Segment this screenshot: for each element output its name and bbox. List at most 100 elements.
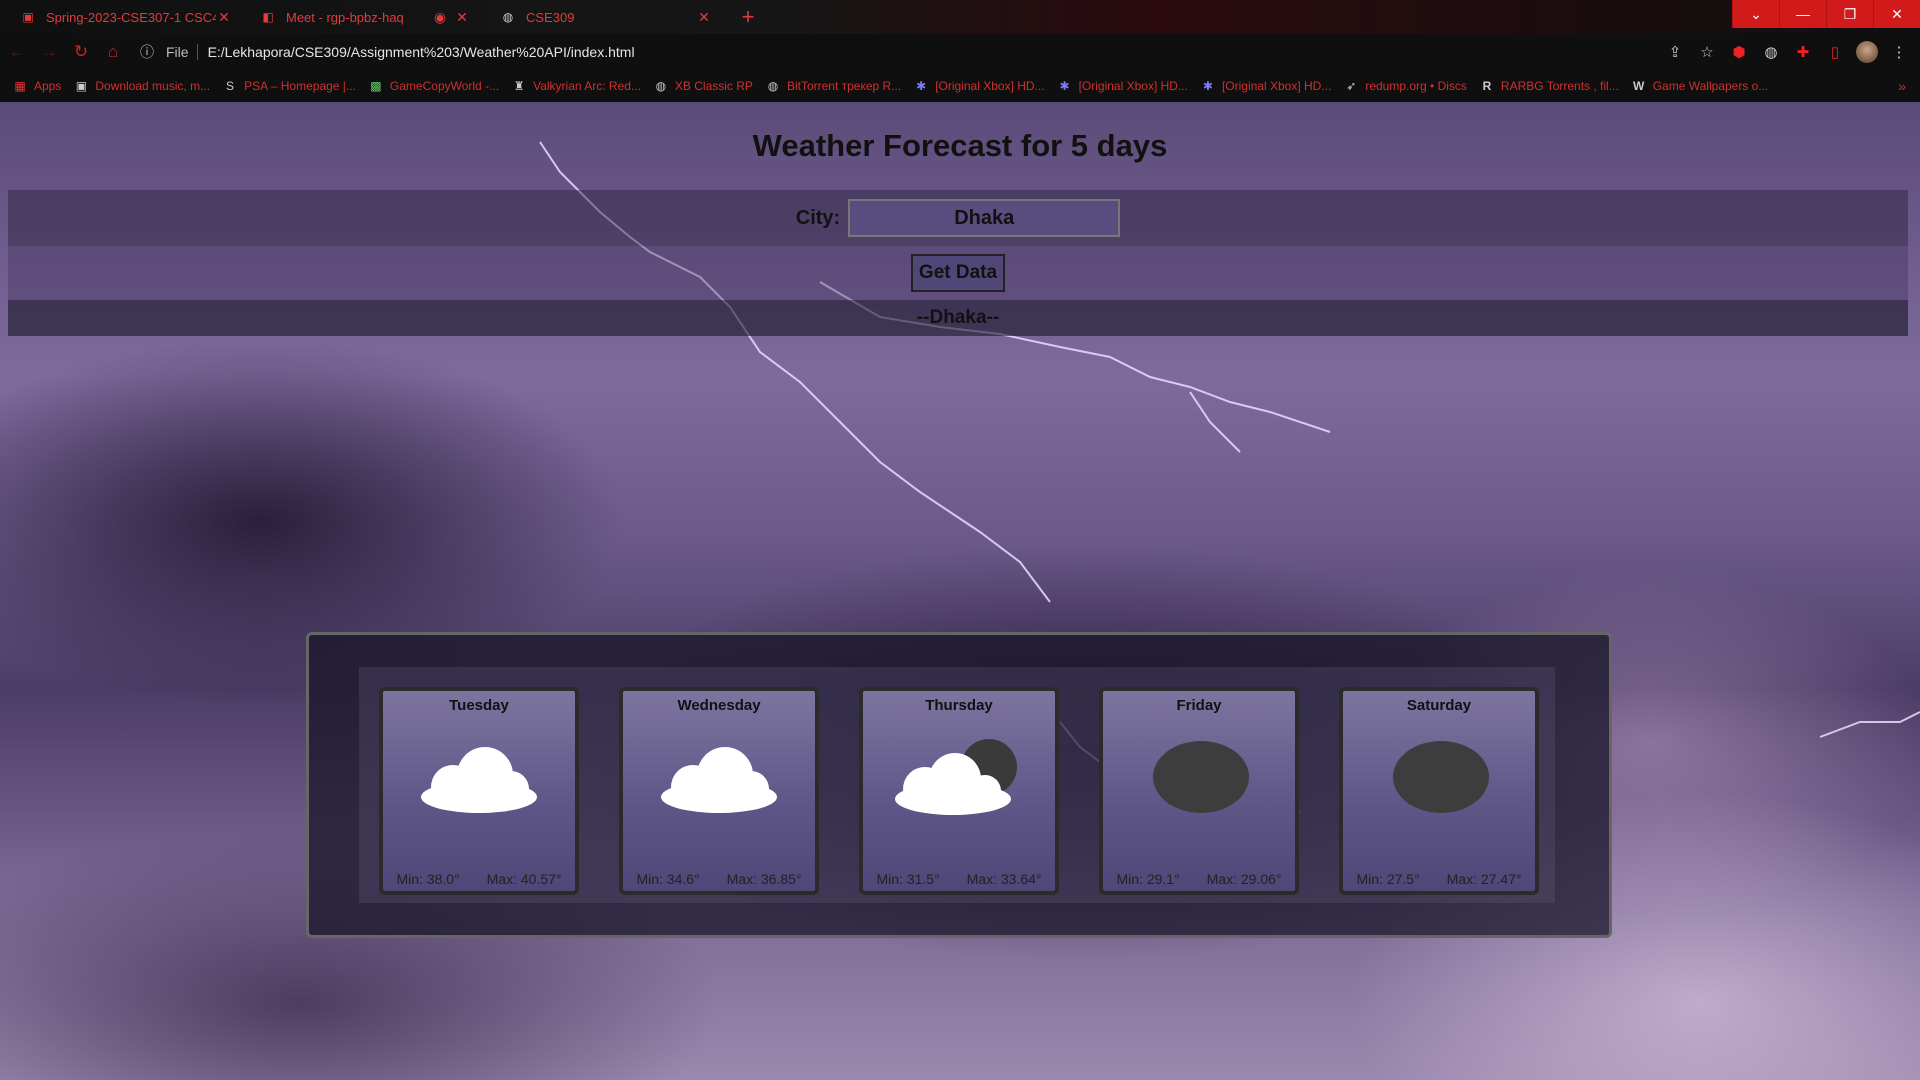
contact-card-icon: ▣ <box>22 10 34 24</box>
bookmarks-bar: ▦ Apps ▣ Download music, m... S PSA – Homep… <box>0 70 1920 102</box>
bookmark-item[interactable]: ➶ redump.org • Discs <box>1343 78 1467 94</box>
min-temp: Min: 31.5° <box>876 871 940 887</box>
tab-strip: ▣ Spring-2023-CSE307-1 CSC405.( ✕ ◧ Meet… <box>0 0 1920 34</box>
bookmark-label: [Original Xbox] HD... <box>935 79 1045 93</box>
day-name: Friday <box>1176 697 1222 714</box>
min-max-row: Min: 27.5° Max: 27.47° <box>1343 871 1535 887</box>
new-tab-button[interactable]: + <box>735 4 761 30</box>
recording-dot-icon: ◉ <box>433 8 447 25</box>
toolbar-actions: ⇪ ☆ ⬢ ◍ ✚ ▯ ⋮ <box>1664 38 1910 66</box>
bookmark-star-icon[interactable]: ☆ <box>1696 41 1718 63</box>
bookmark-item[interactable]: W Game Wallpapers o... <box>1631 78 1769 94</box>
tab-spring-2023[interactable]: ▣ Spring-2023-CSE307-1 CSC405.( ✕ <box>10 2 242 32</box>
min-temp: Min: 38.0° <box>396 871 460 887</box>
minimize-icon[interactable]: — <box>1779 0 1826 28</box>
url-text[interactable]: E:/Lekhapora/CSE309/Assignment%203/Weath… <box>208 44 635 60</box>
bookmark-item[interactable]: ✱ [Original Xbox] HD... <box>1200 78 1331 94</box>
forecast-inner: Tuesday Min: 38.0° Max: 40.57° Wednesday… <box>359 667 1555 903</box>
reload-icon[interactable]: ↻ <box>66 37 96 67</box>
valkyrian-icon: ♜ <box>513 79 525 93</box>
day-name: Saturday <box>1406 697 1472 714</box>
tab-meet[interactable]: ◧ Meet - rgp-bpbz-haq ◉ ✕ <box>250 2 480 32</box>
window-controls: ⌄ — ❐ ✕ <box>1732 0 1920 28</box>
bookmark-item[interactable]: S PSA – Homepage |... <box>222 78 356 94</box>
forward-arrow-icon[interactable]: → <box>34 37 64 67</box>
min-max-row: Min: 38.0° Max: 40.57° <box>383 871 575 887</box>
bookmark-item[interactable]: ◍ XB Classic RP <box>653 78 753 94</box>
back-arrow-icon[interactable]: ← <box>2 37 32 67</box>
redump-icon: ➶ <box>1346 79 1357 93</box>
get-data-button[interactable]: Get Data <box>910 254 1006 292</box>
tab-search-icon[interactable]: ⌄ <box>1732 0 1779 28</box>
bookmark-label: Game Wallpapers o... <box>1652 79 1769 93</box>
xbox-site-icon: ✱ <box>916 79 927 93</box>
tab-title: CSE309 <box>526 9 575 25</box>
bookmark-item[interactable]: ✱ [Original Xbox] HD... <box>1057 78 1188 94</box>
cloud-moon-icon <box>863 739 1055 819</box>
cloud-icon <box>623 739 815 819</box>
city-form-row: City: <box>8 190 1908 246</box>
max-temp: Max: 29.06° <box>1206 871 1282 887</box>
forecast-card: Wednesday Min: 34.6° Max: 36.85° <box>619 687 819 895</box>
bookmark-label: [Original Xbox] HD... <box>1221 79 1332 93</box>
menu-kebab-icon[interactable]: ⋮ <box>1888 41 1910 63</box>
extensions-puzzle-icon[interactable]: ✚ <box>1792 41 1814 63</box>
close-tab-icon[interactable]: ✕ <box>696 9 712 26</box>
bookmark-label: redump.org • Discs <box>1365 79 1467 93</box>
globe-extension-icon[interactable]: ◍ <box>1760 41 1782 63</box>
download-site-icon: ▣ <box>75 79 88 93</box>
bookmark-label: GameCopyWorld -... <box>389 79 500 93</box>
globe-icon: ◍ <box>502 10 514 24</box>
bookmark-item[interactable]: R RARBG Torrents , fil... <box>1479 78 1619 94</box>
adblock-extension-icon[interactable]: ⬢ <box>1728 41 1750 63</box>
bookmark-item[interactable]: ◍ BitTorrent трекер R... <box>765 78 902 94</box>
max-temp: Max: 33.64° <box>966 871 1042 887</box>
min-temp: Min: 29.1° <box>1116 871 1180 887</box>
address-bar[interactable]: ⓘ File E:/Lekhapora/CSE309/Assignment%20… <box>140 38 1660 66</box>
cloud-icon <box>383 739 575 819</box>
bookmark-label: XB Classic RP <box>674 79 753 93</box>
toolbar: ← → ↻ ⌂ ⓘ File E:/Lekhapora/CSE309/Assig… <box>0 34 1920 70</box>
bookmark-item[interactable]: ♜ Valkyrian Arc: Red... <box>511 78 641 94</box>
gamecopyworld-icon: ▩ <box>370 79 382 93</box>
meet-icon: ◧ <box>262 10 274 24</box>
share-icon[interactable]: ⇪ <box>1664 41 1686 63</box>
moon-icon <box>1343 739 1535 819</box>
rarbg-icon: R <box>1482 79 1492 93</box>
close-tab-icon[interactable]: ✕ <box>454 9 470 26</box>
wallpapers-icon: W <box>1633 79 1645 93</box>
tab-title: Meet - rgp-bpbz-haq <box>286 9 404 25</box>
bookmark-apps[interactable]: ▦ Apps <box>12 78 61 94</box>
close-tab-icon[interactable]: ✕ <box>216 9 232 26</box>
xbox-site-icon: ✱ <box>1202 79 1213 93</box>
forecast-cards: Tuesday Min: 38.0° Max: 40.57° Wednesday… <box>379 687 1539 895</box>
restore-icon[interactable]: ❐ <box>1826 0 1873 28</box>
forecast-panel: Tuesday Min: 38.0° Max: 40.57° Wednesday… <box>306 632 1612 938</box>
min-temp: Min: 27.5° <box>1356 871 1420 887</box>
bookmark-label: Apps <box>34 79 62 93</box>
home-icon[interactable]: ⌂ <box>98 37 128 67</box>
tab-cse309[interactable]: ◍ CSE309 ✕ <box>490 2 722 32</box>
xbox-site-icon: ✱ <box>1059 79 1070 93</box>
close-window-icon[interactable]: ✕ <box>1873 0 1920 28</box>
profile-avatar[interactable] <box>1856 41 1878 63</box>
bookmark-label: Valkyrian Arc: Red... <box>533 79 641 93</box>
site-info-icon[interactable]: ⓘ <box>140 42 160 62</box>
globe-icon: ◍ <box>655 79 667 93</box>
moon-icon <box>1103 739 1295 819</box>
bookmark-label: BitTorrent трекер R... <box>786 79 902 93</box>
page-title: Weather Forecast for 5 days <box>752 128 1168 163</box>
bookmark-item[interactable]: ▣ Download music, m... <box>73 78 210 94</box>
bookmark-item[interactable]: ▩ GameCopyWorld -... <box>368 78 499 94</box>
max-temp: Max: 27.47° <box>1446 871 1522 887</box>
more-bookmarks-icon[interactable]: » <box>1898 78 1906 94</box>
side-panel-icon[interactable]: ▯ <box>1824 41 1846 63</box>
forecast-card: Thursday Min: 31.5° Max: 33.64° <box>859 687 1059 895</box>
min-max-row: Min: 31.5° Max: 33.64° <box>863 871 1055 887</box>
day-name: Tuesday <box>449 697 509 714</box>
min-max-row: Min: 34.6° Max: 36.85° <box>623 871 815 887</box>
forecast-card: Tuesday Min: 38.0° Max: 40.57° <box>379 687 579 895</box>
bookmark-item[interactable]: ✱ [Original Xbox] HD... <box>913 78 1044 94</box>
city-heading-row: --Dhaka-- <box>8 300 1908 336</box>
city-input[interactable] <box>848 199 1121 237</box>
